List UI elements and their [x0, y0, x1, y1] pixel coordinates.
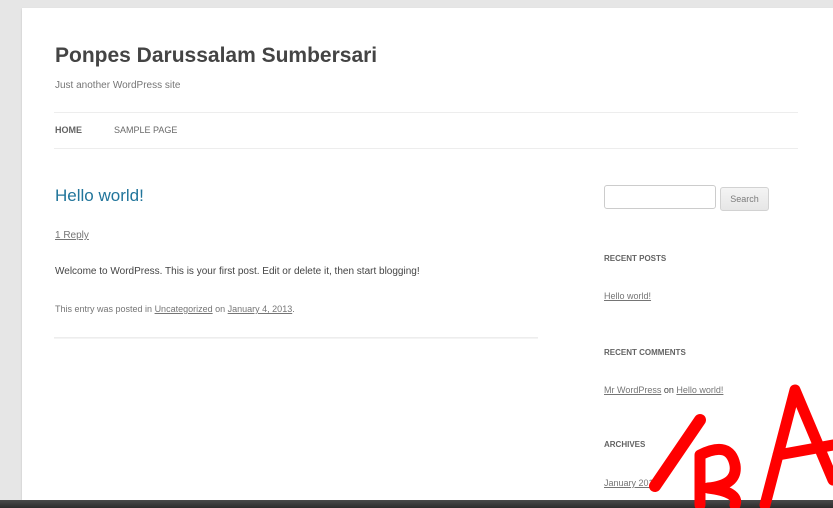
search-input[interactable] [604, 185, 716, 209]
date-link[interactable]: January 4, 2013 [228, 304, 293, 314]
entry-meta-on: on [215, 304, 226, 314]
post-title[interactable]: Hello world! [55, 186, 144, 206]
site-title[interactable]: Ponpes Darussalam Sumbersari [55, 44, 377, 68]
entry-meta: This entry was posted in Uncategorized o… [55, 304, 295, 314]
recent-posts-title: RECENT POSTS [604, 254, 667, 263]
comment-post-link[interactable]: Hello world! [676, 385, 723, 395]
entry-meta-suffix: . [292, 304, 295, 314]
recent-comments-title: RECENT COMMENTS [604, 348, 686, 357]
nav-item-home[interactable]: HOME [55, 125, 82, 135]
page-container: Ponpes Darussalam Sumbersari Just anothe… [22, 8, 833, 500]
site-description: Just another WordPress site [55, 80, 181, 91]
archive-link[interactable]: January 2013 [604, 478, 659, 488]
post-divider [54, 337, 538, 339]
main-navigation: HOME SAMPLE PAGE [54, 112, 798, 149]
archive-item: January 2013 [604, 478, 659, 488]
recent-comment-item: Mr WordPress on Hello world! [604, 385, 723, 395]
reply-link[interactable]: 1 Reply [55, 230, 89, 241]
comment-on-word: on [663, 385, 674, 395]
post-content: Welcome to WordPress. This is your first… [55, 266, 420, 277]
entry-meta-prefix: This entry was posted in [55, 304, 153, 314]
nav-item-sample-page[interactable]: SAMPLE PAGE [114, 125, 177, 135]
archives-title: ARCHIVES [604, 440, 646, 449]
category-link[interactable]: Uncategorized [155, 304, 213, 314]
search-button[interactable]: Search [720, 187, 769, 211]
comment-author-link[interactable]: Mr WordPress [604, 385, 661, 395]
bottom-bar [0, 500, 833, 508]
recent-post-item: Hello world! [604, 291, 651, 301]
recent-post-link[interactable]: Hello world! [604, 291, 651, 301]
